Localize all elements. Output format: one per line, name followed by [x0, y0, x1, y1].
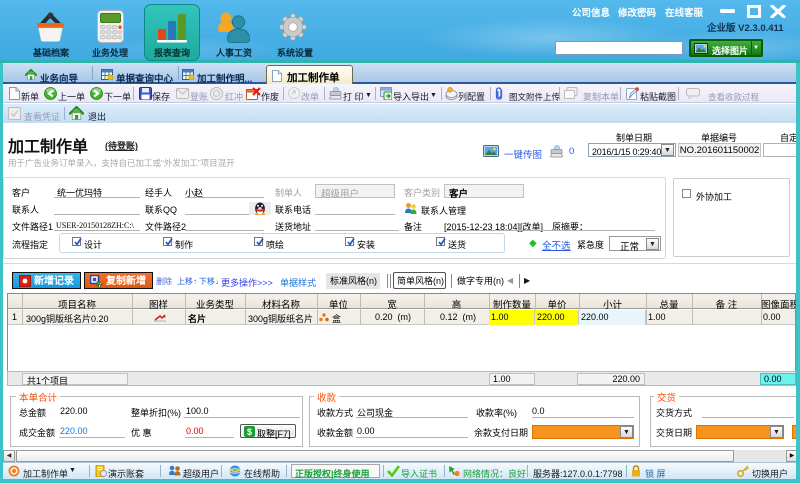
- svg-text:$: $: [247, 427, 252, 437]
